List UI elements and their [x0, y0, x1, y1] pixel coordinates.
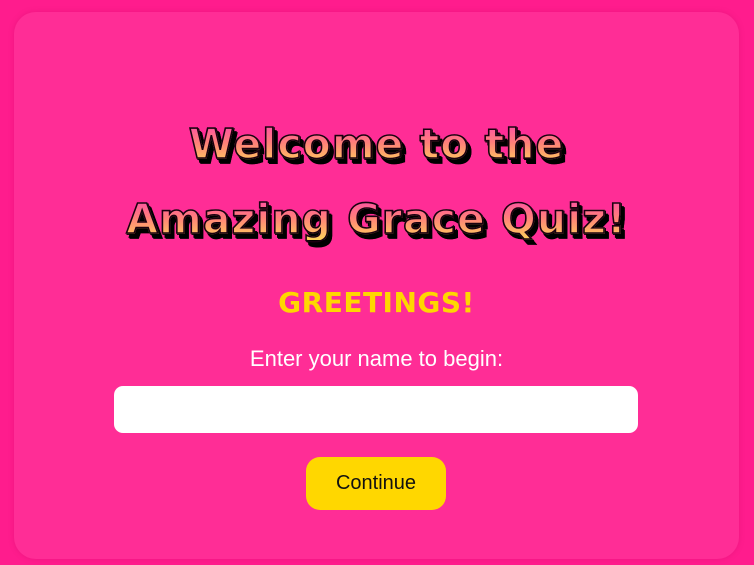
- welcome-title-line-2: Amazing Grace Quiz!: [125, 195, 627, 243]
- greeting-heading: GREETINGS!: [278, 286, 475, 319]
- name-prompt-label: Enter your name to begin:: [249, 346, 504, 371]
- continue-button[interactable]: Continue: [306, 457, 446, 510]
- name-input[interactable]: [114, 386, 638, 433]
- welcome-title-line-1: Welcome to the: [188, 120, 565, 168]
- quiz-card: Welcome to the Amazing Grace Quiz! GREET…: [14, 12, 739, 559]
